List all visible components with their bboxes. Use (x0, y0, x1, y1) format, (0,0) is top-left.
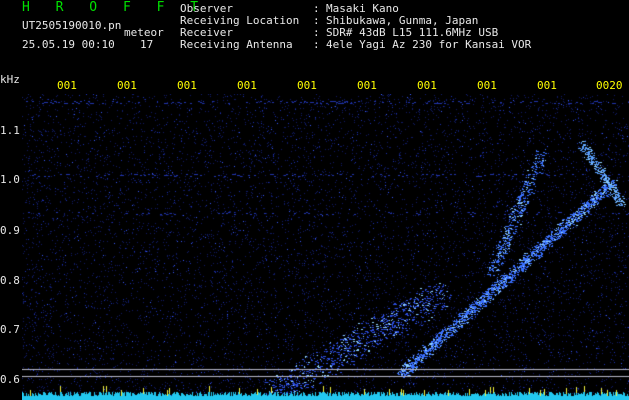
antenna-separator: : (313, 38, 320, 51)
time-tick-row: 001 001 001 001 001 001 001 001 001 0020 (0, 80, 629, 92)
y-axis-label: 1.0 (0, 173, 20, 186)
time-tick: 001 (417, 79, 437, 92)
time-tick: 001 (357, 79, 377, 92)
y-axis-label: 0.6 (0, 373, 20, 386)
antenna-value: 4ele Yagi Az 230 for Kansai VOR (326, 38, 532, 51)
y-axis-label: 0.8 (0, 274, 20, 287)
time-tick: 001 (177, 79, 197, 92)
date-time: 25.05.19 00:10 (22, 38, 115, 51)
time-tick: 001 (117, 79, 137, 92)
file-name: UT2505190010.pn (22, 19, 122, 32)
hrofft-window: H R O F F T UT2505190010.pn meteor 25.05… (0, 0, 629, 400)
spectrogram-canvas (22, 94, 629, 400)
y-axis-label: 1.1 (0, 124, 20, 137)
time-tick: 001 (297, 79, 317, 92)
time-tick: 001 (237, 79, 257, 92)
y-axis-unit: kHz (0, 73, 20, 86)
time-tick: 0020 (596, 79, 623, 92)
time-tick: 001 (537, 79, 557, 92)
time-tick: 001 (57, 79, 77, 92)
y-axis-label: 0.7 (0, 323, 20, 336)
antenna-label: Receiving Antenna (180, 38, 293, 51)
time-tick: 001 (477, 79, 497, 92)
meteor-count: 17 (140, 38, 154, 51)
y-axis-label: 0.9 (0, 224, 20, 237)
